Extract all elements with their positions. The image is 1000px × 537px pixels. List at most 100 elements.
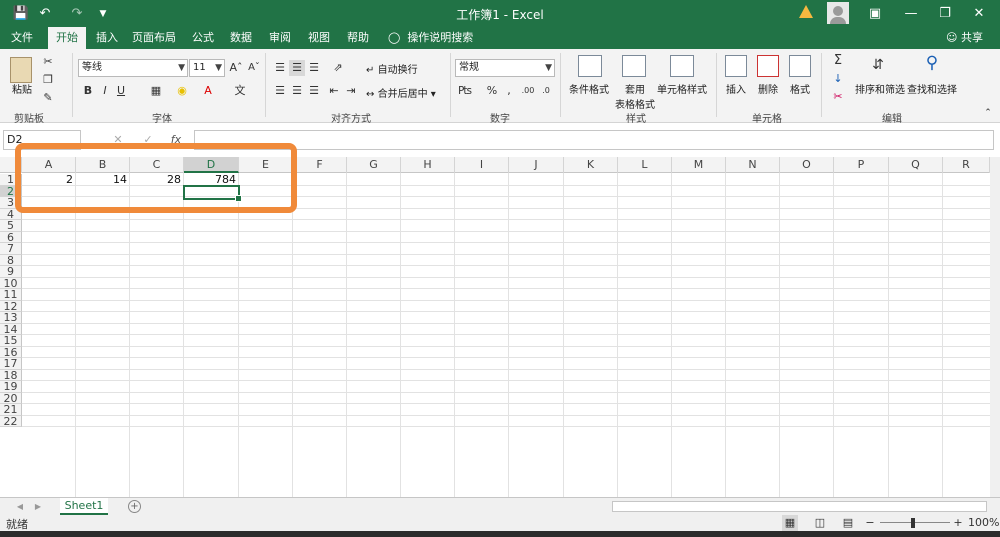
- align-bottom-icon[interactable]: ☰: [306, 60, 322, 76]
- column-header[interactable]: O: [780, 157, 834, 173]
- page-break-view-icon[interactable]: ▤: [840, 515, 856, 531]
- fill-color-icon[interactable]: ◉: [174, 83, 190, 99]
- row-header[interactable]: 19: [0, 381, 22, 393]
- close-icon[interactable]: ✕: [970, 5, 988, 23]
- shrink-font-icon[interactable]: Aˇ: [246, 60, 262, 76]
- align-center-icon[interactable]: ☰: [289, 83, 305, 99]
- insert-cells-button[interactable]: 插入: [722, 81, 750, 96]
- comma-icon[interactable]: ,: [501, 83, 517, 99]
- row-header[interactable]: 21: [0, 404, 22, 416]
- minimize-icon[interactable]: —: [902, 5, 920, 23]
- conditional-format-button[interactable]: 条件格式: [566, 81, 612, 96]
- number-format-select[interactable]: 常规 ▼: [455, 59, 555, 77]
- format-as-table-button[interactable]: 套用 表格格式: [612, 81, 658, 111]
- orientation-icon[interactable]: ⇗: [330, 60, 346, 76]
- tab-view[interactable]: 视图: [302, 27, 336, 49]
- increase-decimal-icon[interactable]: .00: [520, 83, 536, 99]
- cell-styles-icon[interactable]: [670, 55, 694, 77]
- wrap-text-button[interactable]: ↵ 自动换行: [366, 61, 426, 76]
- tab-data[interactable]: 数据: [224, 27, 258, 49]
- decrease-indent-icon[interactable]: ⇤: [326, 83, 342, 99]
- column-header[interactable]: I: [455, 157, 509, 173]
- column-header[interactable]: H: [401, 157, 455, 173]
- borders-icon[interactable]: ▦: [148, 83, 164, 99]
- column-header[interactable]: L: [618, 157, 672, 173]
- tab-page-layout[interactable]: 页面布局: [128, 27, 180, 49]
- cut-icon[interactable]: ✂: [40, 54, 56, 70]
- currency-icon[interactable]: ₧: [457, 83, 473, 99]
- clear-icon[interactable]: ✂: [830, 89, 846, 105]
- tab-home[interactable]: 开始: [48, 27, 86, 49]
- formula-input[interactable]: [194, 130, 994, 150]
- row-header[interactable]: 13: [0, 312, 22, 324]
- delete-cells-button[interactable]: 删除: [754, 81, 782, 96]
- scroll-right-icon[interactable]: ▶: [30, 499, 46, 515]
- percent-icon[interactable]: %: [484, 83, 500, 99]
- format-as-table-icon[interactable]: [622, 55, 646, 77]
- column-header[interactable]: J: [509, 157, 564, 173]
- add-sheet-icon[interactable]: +: [128, 500, 141, 513]
- phonetic-icon[interactable]: 文: [232, 83, 248, 99]
- format-cells-button[interactable]: 格式: [786, 81, 814, 96]
- column-header[interactable]: P: [834, 157, 889, 173]
- column-header[interactable]: N: [726, 157, 780, 173]
- font-color-icon[interactable]: A: [200, 83, 216, 99]
- column-header[interactable]: K: [564, 157, 618, 173]
- row-header[interactable]: 5: [0, 220, 22, 232]
- merge-center-button[interactable]: ↔ 合并后居中 ▾: [366, 85, 446, 100]
- align-right-icon[interactable]: ☰: [306, 83, 322, 99]
- align-left-icon[interactable]: ☰: [272, 83, 288, 99]
- sort-filter-button[interactable]: 排序和筛选: [854, 81, 906, 96]
- scroll-left-icon[interactable]: ◀: [12, 499, 28, 515]
- decrease-decimal-icon[interactable]: .0: [538, 83, 554, 99]
- row-header[interactable]: 15: [0, 335, 22, 347]
- grow-font-icon[interactable]: Aˆ: [228, 60, 244, 76]
- column-header[interactable]: M: [672, 157, 726, 173]
- underline-button[interactable]: U: [113, 83, 129, 99]
- paste-button[interactable]: 粘贴: [8, 81, 36, 96]
- zoom-in-icon[interactable]: +: [950, 515, 966, 531]
- bold-button[interactable]: B: [80, 83, 96, 99]
- horizontal-scrollbar[interactable]: [612, 501, 987, 512]
- conditional-format-icon[interactable]: [578, 55, 602, 77]
- column-header[interactable]: Q: [889, 157, 943, 173]
- collapse-ribbon-icon[interactable]: ⌃: [980, 105, 996, 121]
- insert-cells-icon[interactable]: [725, 55, 747, 77]
- find-select-button[interactable]: 查找和选择: [906, 81, 958, 96]
- restore-icon[interactable]: ❐: [936, 5, 954, 23]
- tab-help[interactable]: 帮助: [341, 27, 375, 49]
- paste-icon[interactable]: [10, 57, 32, 83]
- font-name-select[interactable]: 等线 ▼: [78, 59, 188, 77]
- autosum-icon[interactable]: Σ: [830, 53, 846, 69]
- ribbon-display-icon[interactable]: ▣: [866, 5, 884, 23]
- row-header[interactable]: 22: [0, 415, 22, 427]
- zoom-slider-thumb[interactable]: [911, 518, 915, 528]
- warning-icon[interactable]: [799, 5, 813, 18]
- tab-file[interactable]: 文件: [5, 27, 39, 49]
- column-header[interactable]: R: [943, 157, 990, 173]
- tab-review[interactable]: 审阅: [263, 27, 297, 49]
- font-size-select[interactable]: 11 ▼: [189, 59, 225, 77]
- share-button[interactable]: ☺ 共享: [946, 27, 983, 49]
- fill-icon[interactable]: ↓: [830, 71, 846, 87]
- row-header[interactable]: 11: [0, 289, 22, 301]
- page-layout-view-icon[interactable]: ◫: [812, 515, 828, 531]
- avatar[interactable]: [827, 2, 849, 24]
- column-header[interactable]: F: [293, 157, 347, 173]
- tab-formulas[interactable]: 公式: [186, 27, 220, 49]
- row-header[interactable]: 17: [0, 358, 22, 370]
- tab-insert[interactable]: 插入: [90, 27, 124, 49]
- zoom-slider[interactable]: [880, 522, 950, 523]
- zoom-out-icon[interactable]: −: [862, 515, 878, 531]
- increase-indent-icon[interactable]: ⇥: [343, 83, 359, 99]
- sheet-tab-sheet1[interactable]: Sheet1: [60, 498, 108, 515]
- normal-view-icon[interactable]: ▦: [782, 515, 798, 531]
- copy-icon[interactable]: ❐: [40, 72, 56, 88]
- cell-styles-button[interactable]: 单元格样式: [656, 81, 708, 96]
- zoom-level[interactable]: 100%: [968, 516, 999, 529]
- delete-cells-icon[interactable]: [757, 55, 779, 77]
- align-top-icon[interactable]: ☰: [272, 60, 288, 76]
- column-header[interactable]: G: [347, 157, 401, 173]
- vertical-scrollbar[interactable]: [990, 157, 1000, 497]
- tell-me-search[interactable]: ◯ 操作说明搜索: [388, 27, 473, 49]
